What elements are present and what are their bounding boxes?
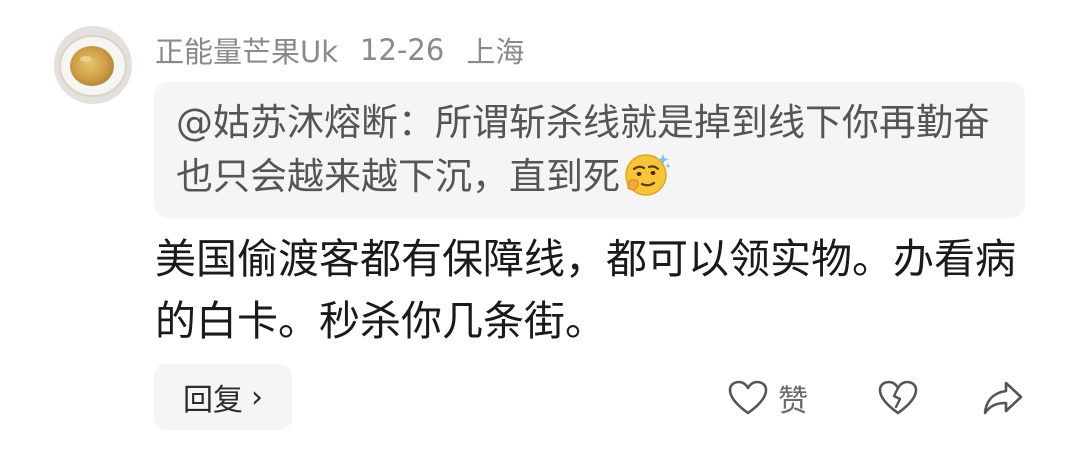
quoted-comment-text: @姑苏沐熔断：所谓斩杀线就是掉到线下你再勤奋也只会越来越下沉，直到死 bbox=[176, 101, 990, 198]
comment-header: 正能量芒果Uk 12-26 上海 bbox=[155, 28, 546, 72]
quoted-comment-text-block: @姑苏沐熔断：所谓斩杀线就是掉到线下你再勤奋也只会越来越下沉，直到死 bbox=[176, 96, 1006, 212]
broken-heart-icon bbox=[878, 380, 918, 415]
reply-button[interactable]: 回复 › bbox=[154, 364, 292, 430]
comment-date: 12-26 bbox=[360, 33, 445, 67]
share-button[interactable] bbox=[982, 374, 1024, 422]
heart-outline-icon bbox=[728, 380, 768, 415]
smirk-thinking-emoji-icon bbox=[622, 151, 672, 212]
avatar[interactable] bbox=[54, 26, 132, 104]
comment-body: 美国偷渡客都有保障线，都可以领实物。办看病的白卡。秒杀你几条街。 bbox=[155, 235, 1016, 345]
dislike-button[interactable] bbox=[878, 374, 918, 422]
like-button[interactable]: 赞 bbox=[728, 374, 808, 422]
username[interactable]: 正能量芒果Uk bbox=[155, 29, 338, 71]
comment-location: 上海 bbox=[466, 35, 525, 69]
tea-cup-avatar-icon bbox=[54, 26, 132, 104]
reply-label: 回复 bbox=[183, 383, 243, 418]
like-label: 赞 bbox=[778, 384, 808, 419]
share-arrow-icon bbox=[983, 381, 1023, 415]
quoted-comment[interactable]: @姑苏沐熔断：所谓斩杀线就是掉到线下你再勤奋也只会越来越下沉，直到死 bbox=[154, 82, 1025, 218]
chevron-right-icon: › bbox=[251, 379, 263, 415]
